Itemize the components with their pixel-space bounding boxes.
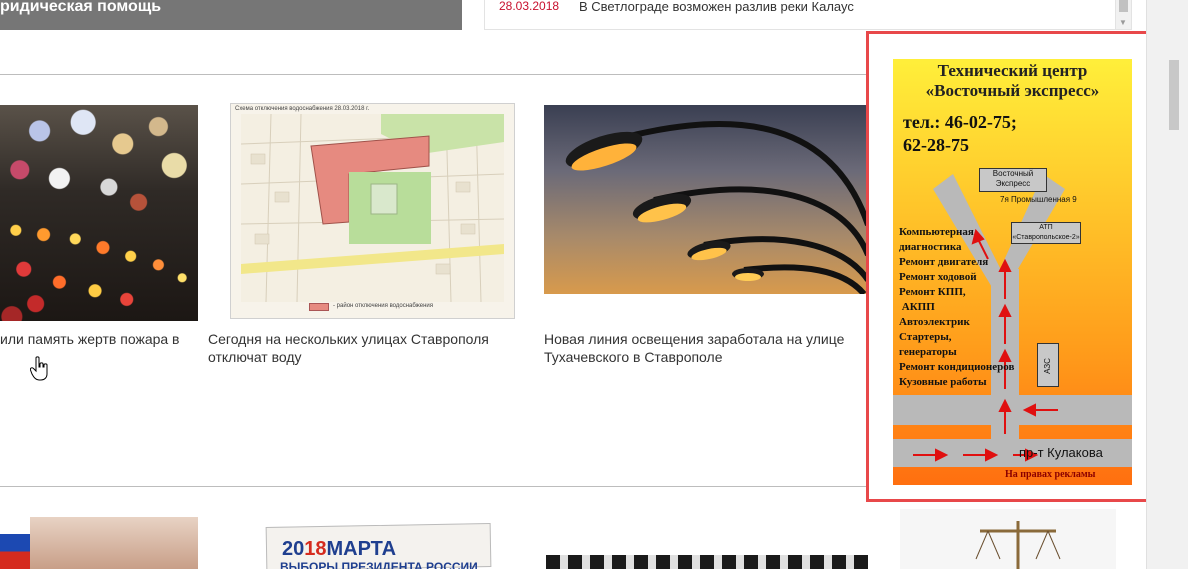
section-divider (0, 74, 868, 75)
news-caption-lights[interactable]: Новая линия освещения заработала на улиц… (544, 330, 874, 366)
ad-box-vostochny: Восточный Экспресс (979, 168, 1047, 192)
news-caption-memorial[interactable]: или память жертв пожара в (0, 330, 190, 348)
elections-date-prefix: 20 (282, 538, 305, 560)
ad-service: Кузовные работы (899, 376, 987, 388)
ad-box-vostochny-line2: Экспресс (995, 179, 1031, 188)
ad-box-atp: АТП «Ставропольское-2» (1011, 222, 1081, 244)
hand-cursor-icon (30, 356, 48, 381)
ad-service: Ремонт кондиционеров (899, 361, 1015, 373)
page-scrollbar[interactable] (1146, 0, 1188, 569)
page-scrollbar-thumb[interactable] (1169, 60, 1179, 130)
ad-service: Автоэлектрик (899, 316, 970, 328)
news-caption-water[interactable]: Сегодня на нескольких улицах Ставрополя … (208, 330, 518, 366)
ad-service: диагностика (899, 241, 962, 253)
elections-subtitle: ВЫБОРЫ ПРЕЗИДЕНТА РОССИИ (280, 560, 478, 569)
ticker-news-link[interactable]: В Светлограде возможен разлив реки Калау… (579, 0, 854, 13)
candles-layer (0, 105, 198, 321)
ad-service: Ремонт двигателя (899, 256, 989, 268)
street-lights-drawing (565, 121, 868, 294)
news-photo-elections[interactable]: 2018МАРТА ВЫБОРЫ ПРЕЗИДЕНТА РОССИИ (236, 517, 499, 569)
ad-service: Ремонт КПП, (899, 286, 966, 298)
ad-box-azs-label: АЗС (1042, 358, 1052, 374)
ad-notice: На правах рекламы (1005, 469, 1096, 480)
map-drawing (240, 113, 505, 303)
ad-box-atp-line1: АТП (1039, 224, 1053, 231)
ticker-date: 28.03.2018 (499, 0, 560, 13)
ticker-scrollbar-thumb[interactable] (1119, 0, 1128, 12)
water-outage-map[interactable]: Схема отключения водоснабжения 28.03.201… (230, 103, 515, 319)
legal-help-label: ридическая помощь (0, 0, 162, 15)
news-ticker: 28.03.2018 В Светлограде возможен разлив… (484, 0, 1132, 30)
news-photo-person[interactable] (0, 517, 198, 569)
ad-address: 7я Промышленная 9 (1000, 195, 1077, 204)
elections-date: 2018МАРТА (282, 538, 396, 560)
ad-box-azs: АЗС (1037, 343, 1059, 387)
ad-road-label: пр-т Кулакова (1019, 445, 1103, 460)
ad-box-vostochny-line1: Восточный (992, 169, 1034, 178)
ad-service: генераторы (899, 346, 957, 358)
memorial-photo[interactable] (0, 105, 198, 321)
advertisement-banner[interactable]: Технический центр «Восточный экспресс» т… (893, 59, 1132, 485)
ticker-scrollbar[interactable]: ▼ (1115, 0, 1131, 29)
news-photo-city[interactable] (546, 555, 868, 569)
street-lights-photo[interactable] (544, 105, 868, 294)
news-photo-scales[interactable] (900, 509, 1116, 569)
ad-service: Ремонт ходовой (899, 271, 977, 283)
ad-service: АКПП (899, 301, 935, 313)
elections-date-rest: МАРТА (326, 538, 397, 560)
ad-services-list: Компьютерная диагностика Ремонт двигател… (899, 225, 1014, 390)
legal-help-banner[interactable]: ридическая помощь (0, 0, 462, 30)
russian-flag (0, 517, 30, 569)
scroll-down-arrow-icon[interactable]: ▼ (1119, 19, 1127, 27)
ad-service: Стартеры, (899, 331, 952, 343)
map-legend-text: - район отключения водоснабжения (333, 303, 434, 309)
scales-of-justice-icon (975, 521, 1061, 569)
section-divider (0, 486, 868, 487)
elections-date-highlight: 18 (304, 538, 327, 560)
map-legend-swatch (309, 303, 329, 311)
ad-service: Компьютерная (899, 226, 974, 238)
ad-box-atp-line2: «Ставропольское-2» (1012, 234, 1080, 241)
